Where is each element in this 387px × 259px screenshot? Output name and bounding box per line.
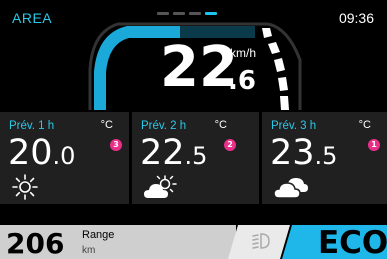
forecast-badge: 2 <box>224 139 236 151</box>
forecast-temperature: 23.5 <box>270 133 338 173</box>
range-label: Range <box>82 229 115 241</box>
gauge-ticks <box>262 28 289 110</box>
forecast-unit: °C <box>214 119 227 131</box>
forecast-cards: Prév. 1 h °C 3 20.0 Prév. 2 h °C 2 22.5 <box>0 112 387 204</box>
speed-integer: 22 <box>160 35 238 100</box>
forecast-card-1h[interactable]: Prév. 1 h °C 3 20.0 <box>0 112 129 204</box>
speed-readout: 22 .6 <box>160 40 256 97</box>
dashboard-screen: AREA 09:36 22 .6 km/h Prév. 1 h °C 3 20.… <box>0 0 387 259</box>
headlight-panel[interactable] <box>228 225 290 259</box>
speed-decimal: .6 <box>228 66 256 96</box>
forecast-label: Prév. 2 h <box>141 120 187 132</box>
ride-mode-panel[interactable]: ECO <box>282 225 387 259</box>
speed-unit: km/h <box>230 46 257 60</box>
forecast-card-3h[interactable]: Prév. 3 h °C 1 23.5 <box>262 112 387 204</box>
headlight-icon <box>252 231 272 251</box>
range-unit: km <box>82 245 96 256</box>
forecast-label: Prév. 1 h <box>9 120 55 132</box>
forecast-temperature: 22.5 <box>140 133 208 173</box>
forecast-unit: °C <box>100 119 113 131</box>
forecast-temperature: 20.0 <box>8 133 76 173</box>
forecast-label: Prév. 3 h <box>271 120 317 132</box>
forecast-unit: °C <box>358 119 371 131</box>
forecast-card-2h[interactable]: Prév. 2 h °C 2 22.5 <box>132 112 259 204</box>
forecast-badge: 1 <box>368 139 380 151</box>
range-panel: 206 Range km <box>0 225 236 259</box>
partly-cloudy-icon <box>144 175 177 198</box>
forecast-badge: 3 <box>110 139 122 151</box>
ride-mode-label: ECO <box>318 225 387 259</box>
cloud-icon <box>274 178 308 199</box>
range-value: 206 <box>6 227 65 259</box>
status-bar: 206 Range km ECO <box>0 213 387 259</box>
sun-icon <box>12 174 38 200</box>
